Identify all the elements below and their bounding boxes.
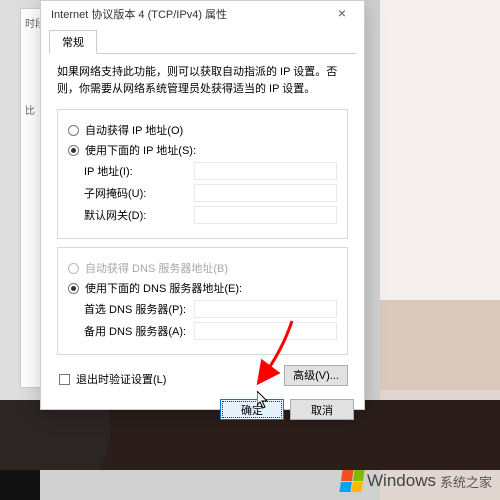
ip-address-input[interactable] [194, 162, 337, 180]
ip-address-row: IP 地址(I): [84, 162, 337, 180]
default-gateway-row: 默认网关(D): [84, 206, 337, 224]
radio-icon [68, 283, 79, 294]
validate-on-exit-checkbox[interactable]: 退出时验证设置(L) [59, 371, 166, 387]
ipv4-properties-dialog: Internet 协议版本 4 (TCP/IPv4) 属性 × 常规 如果网络支… [40, 0, 365, 410]
alternate-dns-label: 备用 DNS 服务器(A): [84, 323, 194, 339]
radio-manual-ip-label: 使用下面的 IP 地址(S): [85, 142, 196, 158]
tab-general[interactable]: 常规 [49, 30, 97, 54]
radio-icon [68, 125, 79, 136]
radio-manual-dns-label: 使用下面的 DNS 服务器地址(E): [85, 280, 242, 296]
alternate-dns-input[interactable] [194, 322, 337, 340]
brand-suffix: 系统之家 [440, 472, 492, 491]
close-button[interactable]: × [326, 4, 358, 24]
subnet-mask-label: 子网掩码(U): [84, 185, 194, 201]
radio-auto-dns: 自动获得 DNS 服务器地址(B) [68, 260, 337, 276]
ok-button[interactable]: 确定 [220, 399, 284, 420]
dns-settings-group: 自动获得 DNS 服务器地址(B) 使用下面的 DNS 服务器地址(E): 首选… [57, 247, 348, 355]
ip-settings-group: 自动获得 IP 地址(O) 使用下面的 IP 地址(S): IP 地址(I): … [57, 109, 348, 239]
titlebar[interactable]: Internet 协议版本 4 (TCP/IPv4) 属性 × [41, 1, 364, 27]
subnet-mask-row: 子网掩码(U): [84, 184, 337, 202]
radio-auto-ip-label: 自动获得 IP 地址(O) [85, 122, 183, 138]
cancel-button[interactable]: 取消 [290, 399, 354, 420]
default-gateway-input[interactable] [194, 206, 337, 224]
preferred-dns-input[interactable] [194, 300, 337, 318]
validate-on-exit-label: 退出时验证设置(L) [76, 371, 166, 387]
radio-auto-ip[interactable]: 自动获得 IP 地址(O) [68, 122, 337, 138]
radio-icon [68, 145, 79, 156]
radio-manual-dns[interactable]: 使用下面的 DNS 服务器地址(E): [68, 280, 337, 296]
dialog-content: 如果网络支持此功能，则可以获取自动指派的 IP 设置。否则，你需要从网络系统管理… [41, 54, 364, 393]
dialog-button-row: 确定 取消 [41, 393, 364, 430]
branding-watermark: Windows 系统之家 [341, 470, 492, 492]
preferred-dns-label: 首选 DNS 服务器(P): [84, 301, 194, 317]
alternate-dns-row: 备用 DNS 服务器(A): [84, 322, 337, 340]
brand-name: Windows [367, 471, 436, 491]
preferred-dns-row: 首选 DNS 服务器(P): [84, 300, 337, 318]
radio-auto-dns-label: 自动获得 DNS 服务器地址(B) [85, 260, 228, 276]
dialog-title: Internet 协议版本 4 (TCP/IPv4) 属性 [51, 6, 326, 22]
advanced-button[interactable]: 高级(V)... [284, 365, 348, 386]
windows-logo-icon [339, 470, 364, 492]
radio-icon [68, 263, 79, 274]
checkbox-icon [59, 374, 70, 385]
subnet-mask-input[interactable] [194, 184, 337, 202]
radio-manual-ip[interactable]: 使用下面的 IP 地址(S): [68, 142, 337, 158]
description-text: 如果网络支持此功能，则可以获取自动指派的 IP 设置。否则，你需要从网络系统管理… [57, 64, 348, 97]
ip-address-label: IP 地址(I): [84, 163, 194, 179]
tab-strip: 常规 [49, 29, 356, 54]
default-gateway-label: 默认网关(D): [84, 207, 194, 223]
